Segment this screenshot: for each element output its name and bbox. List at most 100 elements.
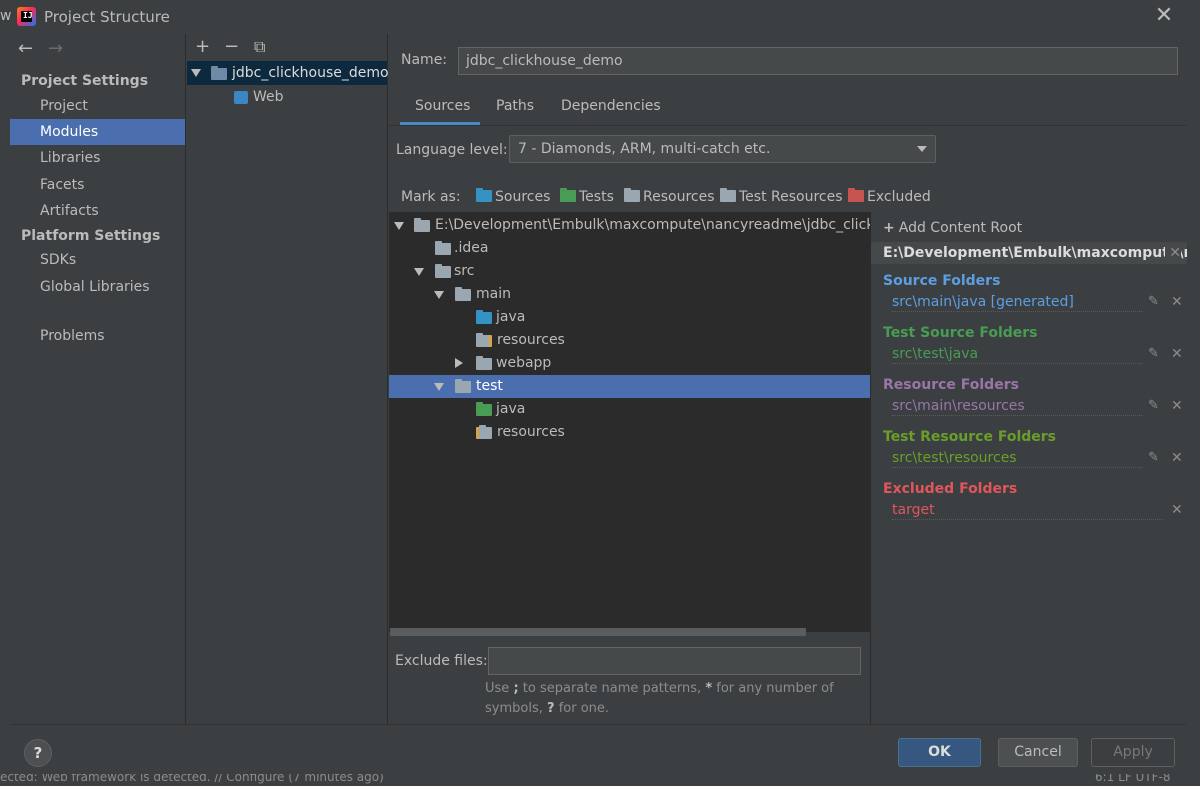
source-folders-header: Source Folders: [883, 273, 1001, 289]
hint-text: Use: [485, 681, 510, 696]
expand-arrow-icon[interactable]: [434, 383, 444, 391]
platform-settings-header: Platform Settings: [21, 228, 161, 244]
close-icon[interactable]: ✕: [1150, 2, 1178, 30]
tab-paths[interactable]: Paths: [496, 98, 534, 114]
edit-pencil-icon[interactable]: ✎: [1148, 450, 1159, 465]
tree-item-src[interactable]: src: [389, 260, 870, 283]
background-edge-char: w: [0, 8, 12, 24]
copy-module-icon[interactable]: ⧉: [254, 37, 265, 57]
delete-x-icon[interactable]: ✕: [1171, 294, 1183, 310]
folder-icon: [414, 218, 430, 232]
folder-icon: [476, 356, 492, 370]
mark-as-resources-label: Resources: [643, 189, 715, 205]
title-bar: w IJ Project Structure ✕: [0, 0, 1200, 34]
tests-folder-icon: [560, 188, 576, 202]
mark-as-excluded-button[interactable]: Excluded: [848, 188, 931, 205]
exclude-files-hint: Use ; to separate name patterns, * for a…: [485, 679, 865, 719]
tree-item-main-resources[interactable]: resources: [389, 329, 870, 352]
expand-arrow-icon[interactable]: [414, 268, 424, 276]
module-name-label: Name:: [401, 52, 448, 68]
sidebar-item-libraries[interactable]: Libraries: [10, 145, 185, 171]
sidebar-item-global-libraries[interactable]: Global Libraries: [10, 274, 185, 300]
horizontal-scrollbar[interactable]: [390, 628, 806, 636]
resource-folder-item: src\main\resources: [892, 398, 1025, 414]
tabs-divider: [389, 125, 1186, 126]
tree-item-test-java[interactable]: java: [389, 398, 870, 421]
delete-x-icon[interactable]: ✕: [1171, 346, 1183, 362]
source-folder-item: src\main\java [generated]: [892, 294, 1074, 310]
module-name-input[interactable]: jdbc_clickhouse_demo: [458, 47, 1178, 75]
tree-item-test[interactable]: test: [389, 375, 870, 398]
folder-icon: [435, 241, 451, 255]
source-folder-tree: E:\Development\Embulk\maxcompute\nancyre…: [389, 212, 870, 632]
tree-item-test-resources[interactable]: resources: [389, 421, 870, 444]
help-button[interactable]: ?: [24, 739, 52, 767]
sidebar-item-sdks[interactable]: SDKs: [10, 247, 185, 273]
module-tree-item-web-facet[interactable]: Web: [187, 85, 387, 109]
mark-as-sources-button[interactable]: Sources: [476, 188, 550, 205]
tab-sources[interactable]: Sources: [415, 98, 470, 114]
mark-as-tests-label: Tests: [579, 189, 614, 205]
ok-button[interactable]: OK: [898, 738, 981, 767]
back-arrow-icon[interactable]: ←: [18, 38, 33, 59]
add-module-icon[interactable]: +: [195, 36, 210, 57]
sidebar-item-modules[interactable]: Modules: [10, 119, 185, 145]
folder-icon: [455, 379, 471, 393]
tree-item-content-root[interactable]: E:\Development\Embulk\maxcompute\nancyre…: [389, 214, 870, 237]
content-root-path-label: E:\Development\Embulk\maxcompute\nancyre…: [883, 245, 1187, 261]
sidebar-item-problems[interactable]: Problems: [10, 323, 185, 349]
hint-star: *: [705, 681, 713, 696]
edit-pencil-icon[interactable]: ✎: [1148, 398, 1159, 413]
resources-folder-icon: [624, 188, 640, 202]
hint-text: for one.: [558, 701, 610, 716]
sidebar-item-facets[interactable]: Facets: [10, 172, 185, 198]
edit-pencil-icon[interactable]: ✎: [1148, 294, 1159, 309]
generated-sources-folder-icon: [476, 310, 492, 324]
delete-x-icon[interactable]: ✕: [1171, 398, 1183, 414]
language-level-label: Language level:: [396, 142, 508, 158]
test-source-folder-item: src\test\java: [892, 346, 979, 362]
tree-item-main[interactable]: main: [389, 283, 870, 306]
cancel-button[interactable]: Cancel: [998, 738, 1078, 767]
delete-x-icon[interactable]: ✕: [1171, 502, 1183, 518]
intellij-app-icon: IJ: [17, 7, 36, 26]
mark-as-test-resources-button[interactable]: Test Resources: [720, 188, 843, 205]
mark-as-label: Mark as:: [401, 189, 461, 205]
mark-as-resources-button[interactable]: Resources: [624, 188, 715, 205]
excluded-folders-header: Excluded Folders: [883, 481, 1018, 497]
module-name-label: jdbc_clickhouse_demo: [232, 65, 389, 81]
module-tree-item-jdbc-clickhouse-demo[interactable]: jdbc_clickhouse_demo: [187, 61, 389, 85]
tree-item-label: webapp: [496, 355, 552, 371]
resource-folders-header: Resource Folders: [883, 377, 1019, 393]
tab-dependencies[interactable]: Dependencies: [561, 98, 661, 114]
tree-item-label: test: [476, 378, 503, 394]
sidebar-item-artifacts[interactable]: Artifacts: [10, 198, 185, 224]
test-resource-folder-item: src\test\resources: [892, 450, 1017, 466]
tree-item-webapp[interactable]: webapp: [389, 352, 870, 375]
web-facet-icon: [234, 91, 248, 104]
add-content-root-button[interactable]: + Add Content Root: [883, 220, 1022, 236]
tree-item-label: .idea: [454, 240, 489, 256]
expand-arrow-icon[interactable]: [434, 291, 444, 299]
excluded-folder-icon: [848, 188, 864, 202]
remove-module-icon[interactable]: −: [224, 36, 239, 57]
module-folder-icon: [211, 66, 227, 80]
remove-content-root-icon[interactable]: ✕: [1165, 242, 1181, 264]
exclude-files-input[interactable]: [488, 647, 861, 675]
delete-x-icon[interactable]: ✕: [1171, 450, 1183, 466]
sidebar-item-project[interactable]: Project: [10, 93, 185, 119]
settings-sidebar: ← → Project Settings Project Modules Lib…: [10, 34, 186, 724]
language-level-dropdown[interactable]: 7 - Diamonds, ARM, multi-catch etc.: [509, 135, 936, 163]
forward-arrow-icon[interactable]: →: [48, 38, 63, 59]
expand-arrow-icon[interactable]: [191, 69, 201, 77]
collapse-arrow-icon[interactable]: [455, 358, 463, 368]
tree-item-label: resources: [497, 424, 565, 440]
tree-item-main-java[interactable]: java: [389, 306, 870, 329]
tree-item-idea[interactable]: .idea: [389, 237, 870, 260]
sources-folder-icon: [476, 188, 492, 202]
resource-folder-leader: [892, 415, 1142, 416]
expand-arrow-icon[interactable]: [394, 222, 404, 230]
mark-as-tests-button[interactable]: Tests: [560, 188, 614, 205]
apply-button[interactable]: Apply: [1091, 738, 1175, 767]
edit-pencil-icon[interactable]: ✎: [1148, 346, 1159, 361]
